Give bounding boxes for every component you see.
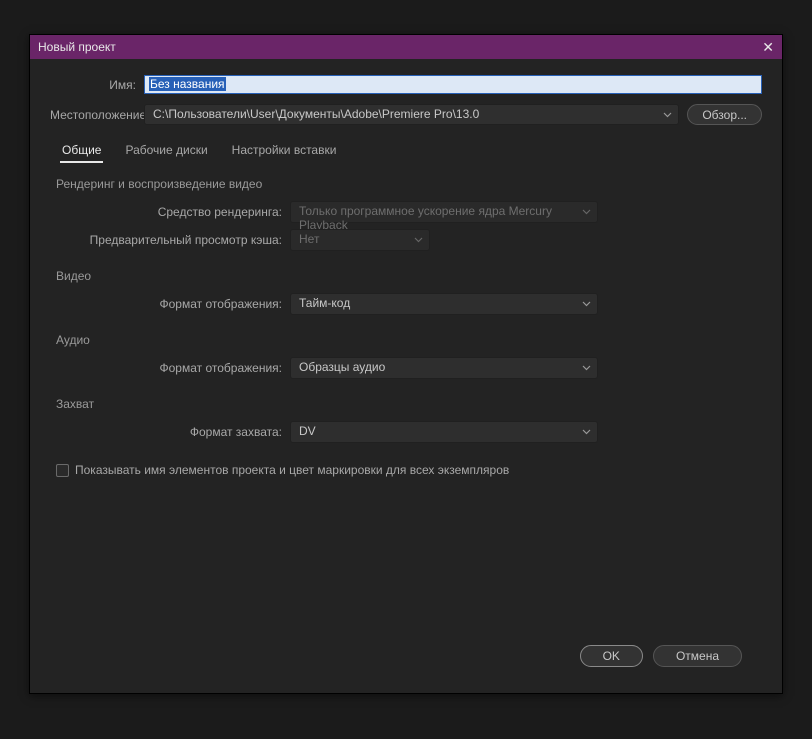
tabs: Общие Рабочие диски Настройки вставки [50,135,762,163]
video-format-value: Тайм-код [299,296,350,310]
location-select[interactable]: C:\Пользователи\User\Документы\Adobe\Pre… [144,104,679,125]
ok-button[interactable]: OK [580,645,643,667]
show-names-checkbox[interactable] [56,464,69,477]
capture-format-label: Формат захвата: [54,425,290,439]
cache-value: Нет [299,232,319,246]
location-value: C:\Пользователи\User\Документы\Adobe\Pre… [153,107,479,121]
renderer-label: Средство рендеринга: [54,205,290,219]
cancel-button[interactable]: Отмена [653,645,742,667]
chevron-down-icon [582,429,591,435]
tab-ingest-settings[interactable]: Настройки вставки [230,139,339,163]
chevron-down-icon [582,301,591,307]
dialog-footer: OK Отмена [50,631,762,681]
project-name-input[interactable]: Без названия [144,75,762,94]
location-label: Местоположение: [50,108,144,122]
group-audio-title: Аудио [54,329,758,351]
dialog-body: Имя: Без названия Местоположение: C:\Пол… [30,59,782,693]
video-format-label: Формат отображения: [54,297,290,311]
group-audio: Аудио Формат отображения: Образцы аудио [54,329,758,379]
group-capture: Захват Формат захвата: DV [54,393,758,443]
name-value-selected: Без названия [149,77,226,91]
cache-label: Предварительный просмотр кэша: [54,233,290,247]
capture-format-select[interactable]: DV [290,421,598,443]
tab-scratch-disks[interactable]: Рабочие диски [123,139,209,163]
group-rendering-title: Рендеринг и воспроизведение видео [54,173,758,195]
chevron-down-icon [663,112,672,118]
renderer-row: Средство рендеринга: Только программное … [54,201,758,223]
cache-select: Нет [290,229,430,251]
group-video: Видео Формат отображения: Тайм-код [54,265,758,315]
audio-format-select[interactable]: Образцы аудио [290,357,598,379]
location-row: Местоположение: C:\Пользователи\User\Док… [50,104,762,125]
show-names-checkbox-row: Показывать имя элементов проекта и цвет … [54,463,758,477]
name-row: Имя: Без названия [50,75,762,94]
audio-format-row: Формат отображения: Образцы аудио [54,357,758,379]
tab-general[interactable]: Общие [60,139,103,163]
audio-format-value: Образцы аудио [299,360,385,374]
titlebar: Новый проект ✕ [30,35,782,59]
new-project-dialog: Новый проект ✕ Имя: Без названия Местопо… [29,34,783,694]
capture-format-row: Формат захвата: DV [54,421,758,443]
dialog-title: Новый проект [38,40,116,54]
audio-format-label: Формат отображения: [54,361,290,375]
capture-format-value: DV [299,424,316,438]
tab-content-general: Рендеринг и воспроизведение видео Средст… [50,163,762,481]
chevron-down-icon [582,365,591,371]
group-video-title: Видео [54,265,758,287]
group-capture-title: Захват [54,393,758,415]
show-names-label: Показывать имя элементов проекта и цвет … [75,463,509,477]
chevron-down-icon [414,237,423,243]
name-label: Имя: [50,78,144,92]
close-icon[interactable]: ✕ [762,39,774,56]
video-format-select[interactable]: Тайм-код [290,293,598,315]
cache-row: Предварительный просмотр кэша: Нет [54,229,758,251]
renderer-value: Только программное ускорение ядра Mercur… [299,204,552,232]
renderer-select: Только программное ускорение ядра Mercur… [290,201,598,223]
browse-button[interactable]: Обзор... [687,104,762,125]
chevron-down-icon [582,209,591,215]
video-format-row: Формат отображения: Тайм-код [54,293,758,315]
group-rendering: Рендеринг и воспроизведение видео Средст… [54,173,758,251]
